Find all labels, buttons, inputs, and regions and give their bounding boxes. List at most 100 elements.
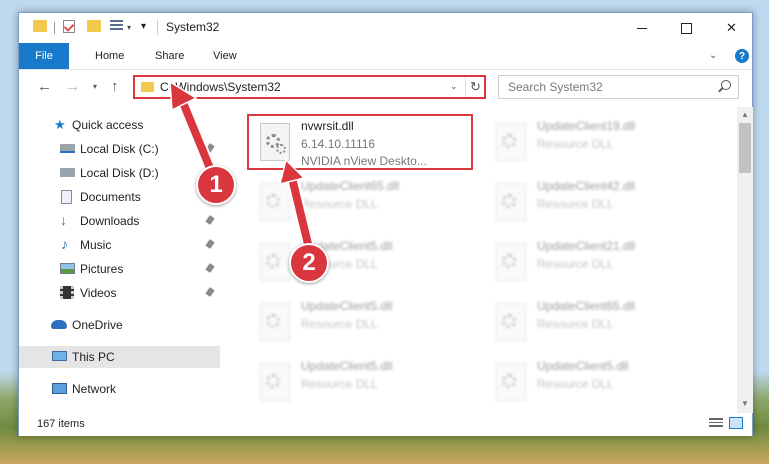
sidebar-item-music[interactable]: ♪ Music bbox=[19, 234, 220, 256]
scroll-down-icon[interactable]: ▼ bbox=[741, 399, 749, 408]
back-arrow-icon[interactable]: ← bbox=[37, 78, 52, 95]
dll-file-icon bbox=[496, 123, 526, 161]
chevron-down-icon[interactable]: ▾ bbox=[127, 23, 131, 32]
sidebar-item-label: Quick access bbox=[72, 118, 144, 132]
pin-icon[interactable] bbox=[205, 287, 215, 297]
file-name: UpdateClient42.dll bbox=[537, 179, 636, 193]
pin-icon[interactable] bbox=[205, 215, 215, 225]
details-view-icon[interactable] bbox=[709, 418, 723, 429]
folder-icon[interactable] bbox=[33, 20, 47, 32]
tab-share[interactable]: Share bbox=[155, 43, 184, 69]
recent-locations-icon[interactable]: ▾ bbox=[93, 82, 97, 91]
drive-icon bbox=[60, 144, 75, 153]
sidebar-item-quick-access[interactable]: ★ Quick access bbox=[19, 114, 220, 136]
scroll-up-icon[interactable]: ▲ bbox=[741, 110, 749, 119]
up-arrow-icon[interactable]: ↑ bbox=[111, 78, 119, 95]
chevron-down-icon[interactable]: ⌄ bbox=[450, 81, 458, 92]
sidebar-item-onedrive[interactable]: OneDrive bbox=[19, 314, 220, 336]
sidebar-item-local-disk-c[interactable]: Local Disk (C:) bbox=[19, 138, 220, 160]
file-item[interactable]: UpdateClient5.dll Resource DLL bbox=[250, 295, 470, 355]
window-title: System32 bbox=[166, 20, 220, 34]
sidebar-item-network[interactable]: Network bbox=[19, 378, 220, 400]
file-item[interactable]: UpdateClient21.dll Resource DLL bbox=[486, 235, 706, 295]
properties-check-icon[interactable] bbox=[63, 20, 75, 33]
drive-icon bbox=[60, 168, 75, 177]
sidebar-item-this-pc[interactable]: This PC bbox=[19, 346, 220, 368]
sidebar-item-videos[interactable]: Videos bbox=[19, 282, 220, 304]
network-icon bbox=[52, 383, 67, 394]
large-icons-view-icon[interactable] bbox=[729, 417, 743, 429]
gear-icon bbox=[266, 314, 280, 328]
vertical-scrollbar[interactable]: ▲ ▼ bbox=[737, 107, 753, 413]
pictures-icon bbox=[60, 263, 75, 274]
sidebar-item-label: OneDrive bbox=[72, 318, 123, 332]
documents-icon bbox=[61, 190, 72, 204]
dll-file-icon bbox=[496, 363, 526, 401]
step-1-badge: 1 bbox=[196, 165, 236, 205]
file-item[interactable]: UpdateClient5.dll Resource DLL bbox=[486, 355, 706, 415]
download-icon: ↓ bbox=[60, 212, 67, 228]
customize-toolbar-icon[interactable]: ▾ bbox=[141, 21, 146, 32]
minimize-button[interactable] bbox=[619, 13, 664, 43]
sidebar-item-label: Documents bbox=[80, 190, 141, 204]
tab-home[interactable]: Home bbox=[95, 43, 124, 69]
sidebar-item-documents[interactable]: Documents bbox=[19, 186, 220, 208]
file-item[interactable]: UpdateClient42.dll Resource DLL bbox=[486, 175, 706, 235]
scrollbar-thumb[interactable] bbox=[739, 123, 751, 173]
address-bar[interactable]: C:\Windows\System32 ⌄ ↻ bbox=[133, 75, 486, 99]
sidebar-item-label: Music bbox=[80, 238, 112, 252]
tab-view[interactable]: View bbox=[213, 43, 237, 69]
pin-icon[interactable] bbox=[205, 263, 215, 273]
sidebar-item-pictures[interactable]: Pictures bbox=[19, 258, 220, 280]
maximize-button[interactable] bbox=[664, 13, 709, 43]
status-bar: 167 items bbox=[19, 413, 752, 436]
gear-icon bbox=[502, 194, 516, 208]
file-item[interactable]: UpdateClient19.dll Resource DLL bbox=[486, 115, 706, 175]
search-input[interactable]: Search System32 bbox=[498, 75, 739, 99]
refresh-icon[interactable]: ↻ bbox=[470, 79, 481, 95]
sidebar-item-label: Local Disk (C:) bbox=[80, 142, 159, 156]
sidebar-item-label: Local Disk (D:) bbox=[80, 166, 159, 180]
close-button[interactable]: ✕ bbox=[709, 13, 754, 43]
tab-file[interactable]: File bbox=[19, 43, 69, 69]
chevron-down-icon[interactable]: ⌄ bbox=[709, 50, 717, 61]
music-icon: ♪ bbox=[61, 236, 68, 252]
computer-icon bbox=[52, 351, 67, 361]
file-item[interactable]: UpdateClient5.dll Resource DLL bbox=[250, 355, 470, 415]
new-folder-icon[interactable] bbox=[87, 20, 101, 32]
item-count: 167 items bbox=[37, 418, 85, 430]
minimize-icon bbox=[636, 27, 647, 29]
file-type: Resource DLL bbox=[537, 197, 614, 211]
title-bar: ▾ ▾ System32 ✕ bbox=[19, 13, 752, 43]
cloud-icon bbox=[51, 320, 67, 329]
sidebar-item-downloads[interactable]: ↓ Downloads bbox=[19, 210, 220, 232]
forward-arrow-icon[interactable]: → bbox=[65, 78, 80, 95]
help-icon[interactable]: ? bbox=[735, 49, 749, 63]
pin-icon[interactable] bbox=[205, 239, 215, 249]
file-name: UpdateClient65.dll bbox=[537, 299, 636, 313]
file-name: UpdateClient21.dll bbox=[537, 239, 636, 253]
search-placeholder: Search System32 bbox=[508, 80, 603, 94]
maximize-icon bbox=[681, 22, 692, 34]
file-type: Resource DLL bbox=[301, 377, 378, 391]
star-icon: ★ bbox=[54, 117, 66, 132]
file-type: Resource DLL bbox=[537, 377, 614, 391]
folder-icon bbox=[141, 82, 154, 92]
file-item[interactable]: UpdateClient65.dll Resource DLL bbox=[486, 295, 706, 355]
selected-file-highlight bbox=[247, 114, 473, 170]
search-icon bbox=[721, 80, 731, 90]
sidebar-item-local-disk-d[interactable]: Local Disk (D:) bbox=[19, 162, 220, 184]
dll-file-icon bbox=[260, 243, 290, 281]
file-item[interactable]: UpdateClient65.dll Resource DLL bbox=[250, 175, 470, 235]
sidebar-item-label: Network bbox=[72, 382, 117, 396]
file-type: Resource DLL bbox=[537, 317, 614, 331]
address-path[interactable]: C:\Windows\System32 bbox=[160, 80, 281, 94]
file-type: Resource DLL bbox=[537, 137, 614, 151]
file-name: UpdateClient5.dll bbox=[301, 299, 393, 313]
dll-file-icon bbox=[496, 243, 526, 281]
rename-icon[interactable] bbox=[110, 20, 123, 32]
file-item[interactable]: UpdateClient5.dll Resource DLL bbox=[250, 235, 470, 295]
pin-icon[interactable] bbox=[205, 143, 215, 153]
file-type: Resource DLL bbox=[301, 197, 378, 211]
file-name: UpdateClient19.dll bbox=[537, 119, 636, 133]
